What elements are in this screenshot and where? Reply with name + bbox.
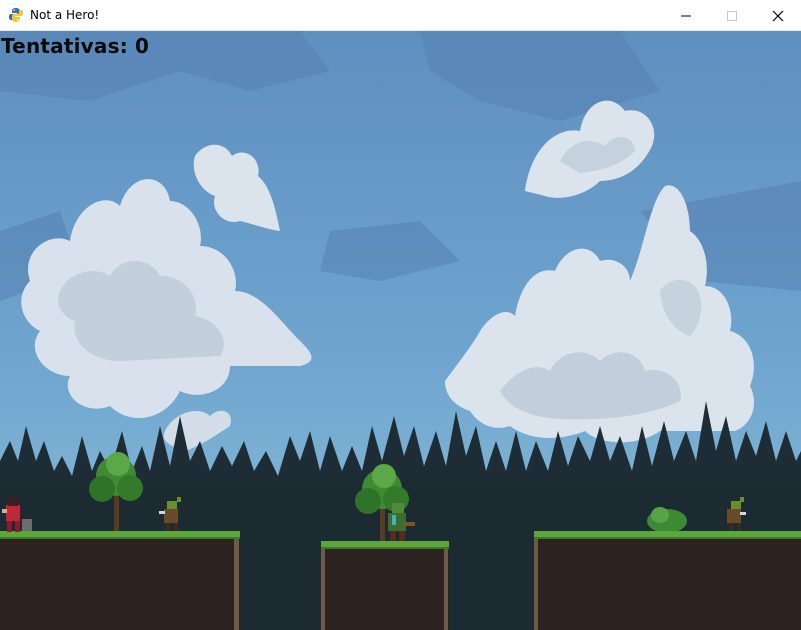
game-scene xyxy=(0,31,801,630)
attempts-counter: Tentativas: 0 xyxy=(1,34,150,58)
game-canvas[interactable]: Tentativas: 0 xyxy=(0,31,801,630)
game-window: Not a Hero! Tentativas: 0 xyxy=(0,0,801,630)
minimize-button[interactable] xyxy=(663,0,709,31)
python-icon xyxy=(8,7,24,23)
platform-right xyxy=(534,531,801,630)
platform-left xyxy=(0,531,240,630)
platform-middle xyxy=(321,541,449,630)
window-title: Not a Hero! xyxy=(30,8,100,22)
maximize-button[interactable] xyxy=(709,0,755,31)
close-button[interactable] xyxy=(755,0,801,31)
close-icon xyxy=(772,10,784,21)
minimize-icon xyxy=(681,15,691,16)
maximize-icon xyxy=(727,10,737,21)
title-bar[interactable]: Not a Hero! xyxy=(0,0,801,31)
